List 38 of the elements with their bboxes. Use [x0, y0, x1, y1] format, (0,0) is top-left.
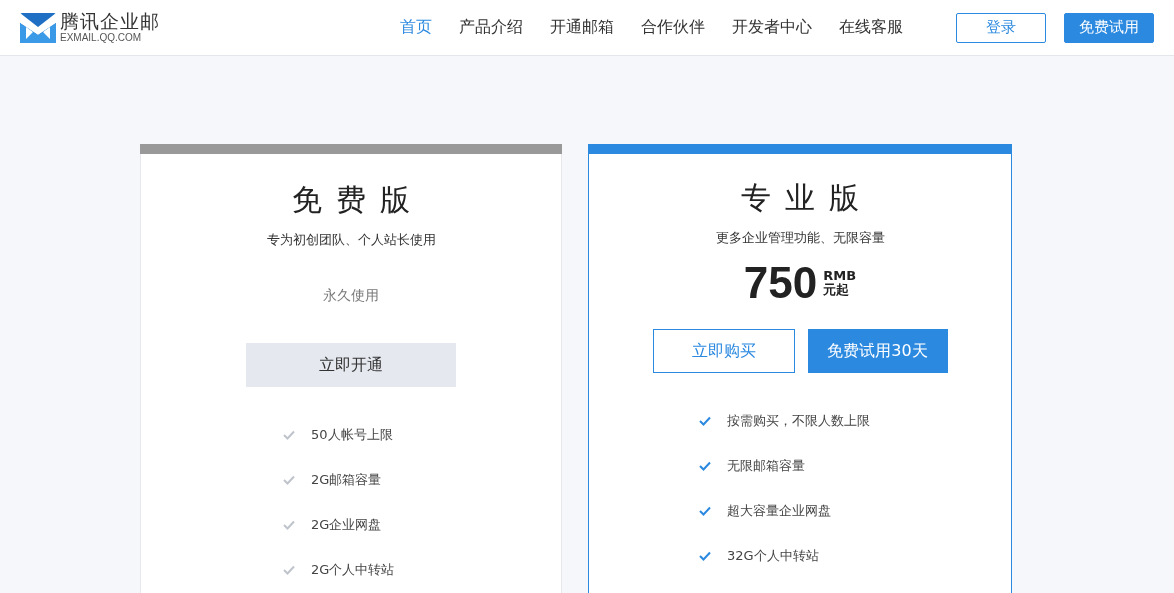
feature-text: 50人帐号上限: [311, 426, 393, 444]
plan-subtitle: 更多企业管理功能、无限容量: [715, 229, 885, 247]
plan-title: 免费版: [292, 181, 424, 219]
login-button[interactable]: 登录: [956, 12, 1046, 43]
logo-domain: EXMAIL.QQ.COM: [60, 33, 143, 43]
check-icon: [283, 519, 295, 530]
check-icon: [699, 460, 711, 471]
nav-link[interactable]: 产品介绍: [445, 17, 536, 38]
plan-note: 永久使用: [323, 287, 379, 305]
price-unit: 元起: [823, 283, 851, 298]
plan-button[interactable]: 立即购买: [652, 329, 795, 373]
plan-button[interactable]: 立即开通: [246, 343, 456, 387]
price-currency: RMB: [823, 268, 857, 283]
logo-icon: [20, 12, 56, 43]
feature-text: 超大容量企业网盘: [727, 502, 831, 520]
plan-button[interactable]: 免费试用30天: [807, 329, 948, 373]
nav-link[interactable]: 开发者中心: [718, 17, 825, 38]
check-icon: [283, 474, 295, 485]
nav-link[interactable]: 在线客服: [825, 17, 916, 38]
check-icon: [699, 415, 711, 426]
check-icon: [283, 564, 295, 575]
check-icon: [699, 550, 711, 561]
feature-text: 2G邮箱容量: [311, 471, 382, 489]
feature-text: 无限邮箱容量: [727, 457, 805, 475]
plan-subtitle: 专为初创团队、个人站长使用: [266, 231, 436, 249]
logo-name: 腾讯企业邮: [60, 12, 160, 31]
check-icon: [283, 429, 295, 440]
feature-text: 2G个人中转站: [311, 561, 395, 579]
nav-link[interactable]: 合作伙伴: [627, 17, 718, 38]
feature-text: 2G企业网盘: [311, 516, 382, 534]
nav-link[interactable]: 首页: [386, 17, 445, 38]
price-amount: 750: [743, 261, 818, 305]
nav-link[interactable]: 开通邮箱: [536, 17, 627, 38]
trial-button[interactable]: 免费试用: [1064, 12, 1154, 43]
check-icon: [699, 505, 711, 516]
feature-text: 32G个人中转站: [727, 547, 819, 565]
feature-text: 按需购买，不限人数上限: [727, 412, 870, 430]
plan-title: 专业版: [741, 179, 873, 217]
